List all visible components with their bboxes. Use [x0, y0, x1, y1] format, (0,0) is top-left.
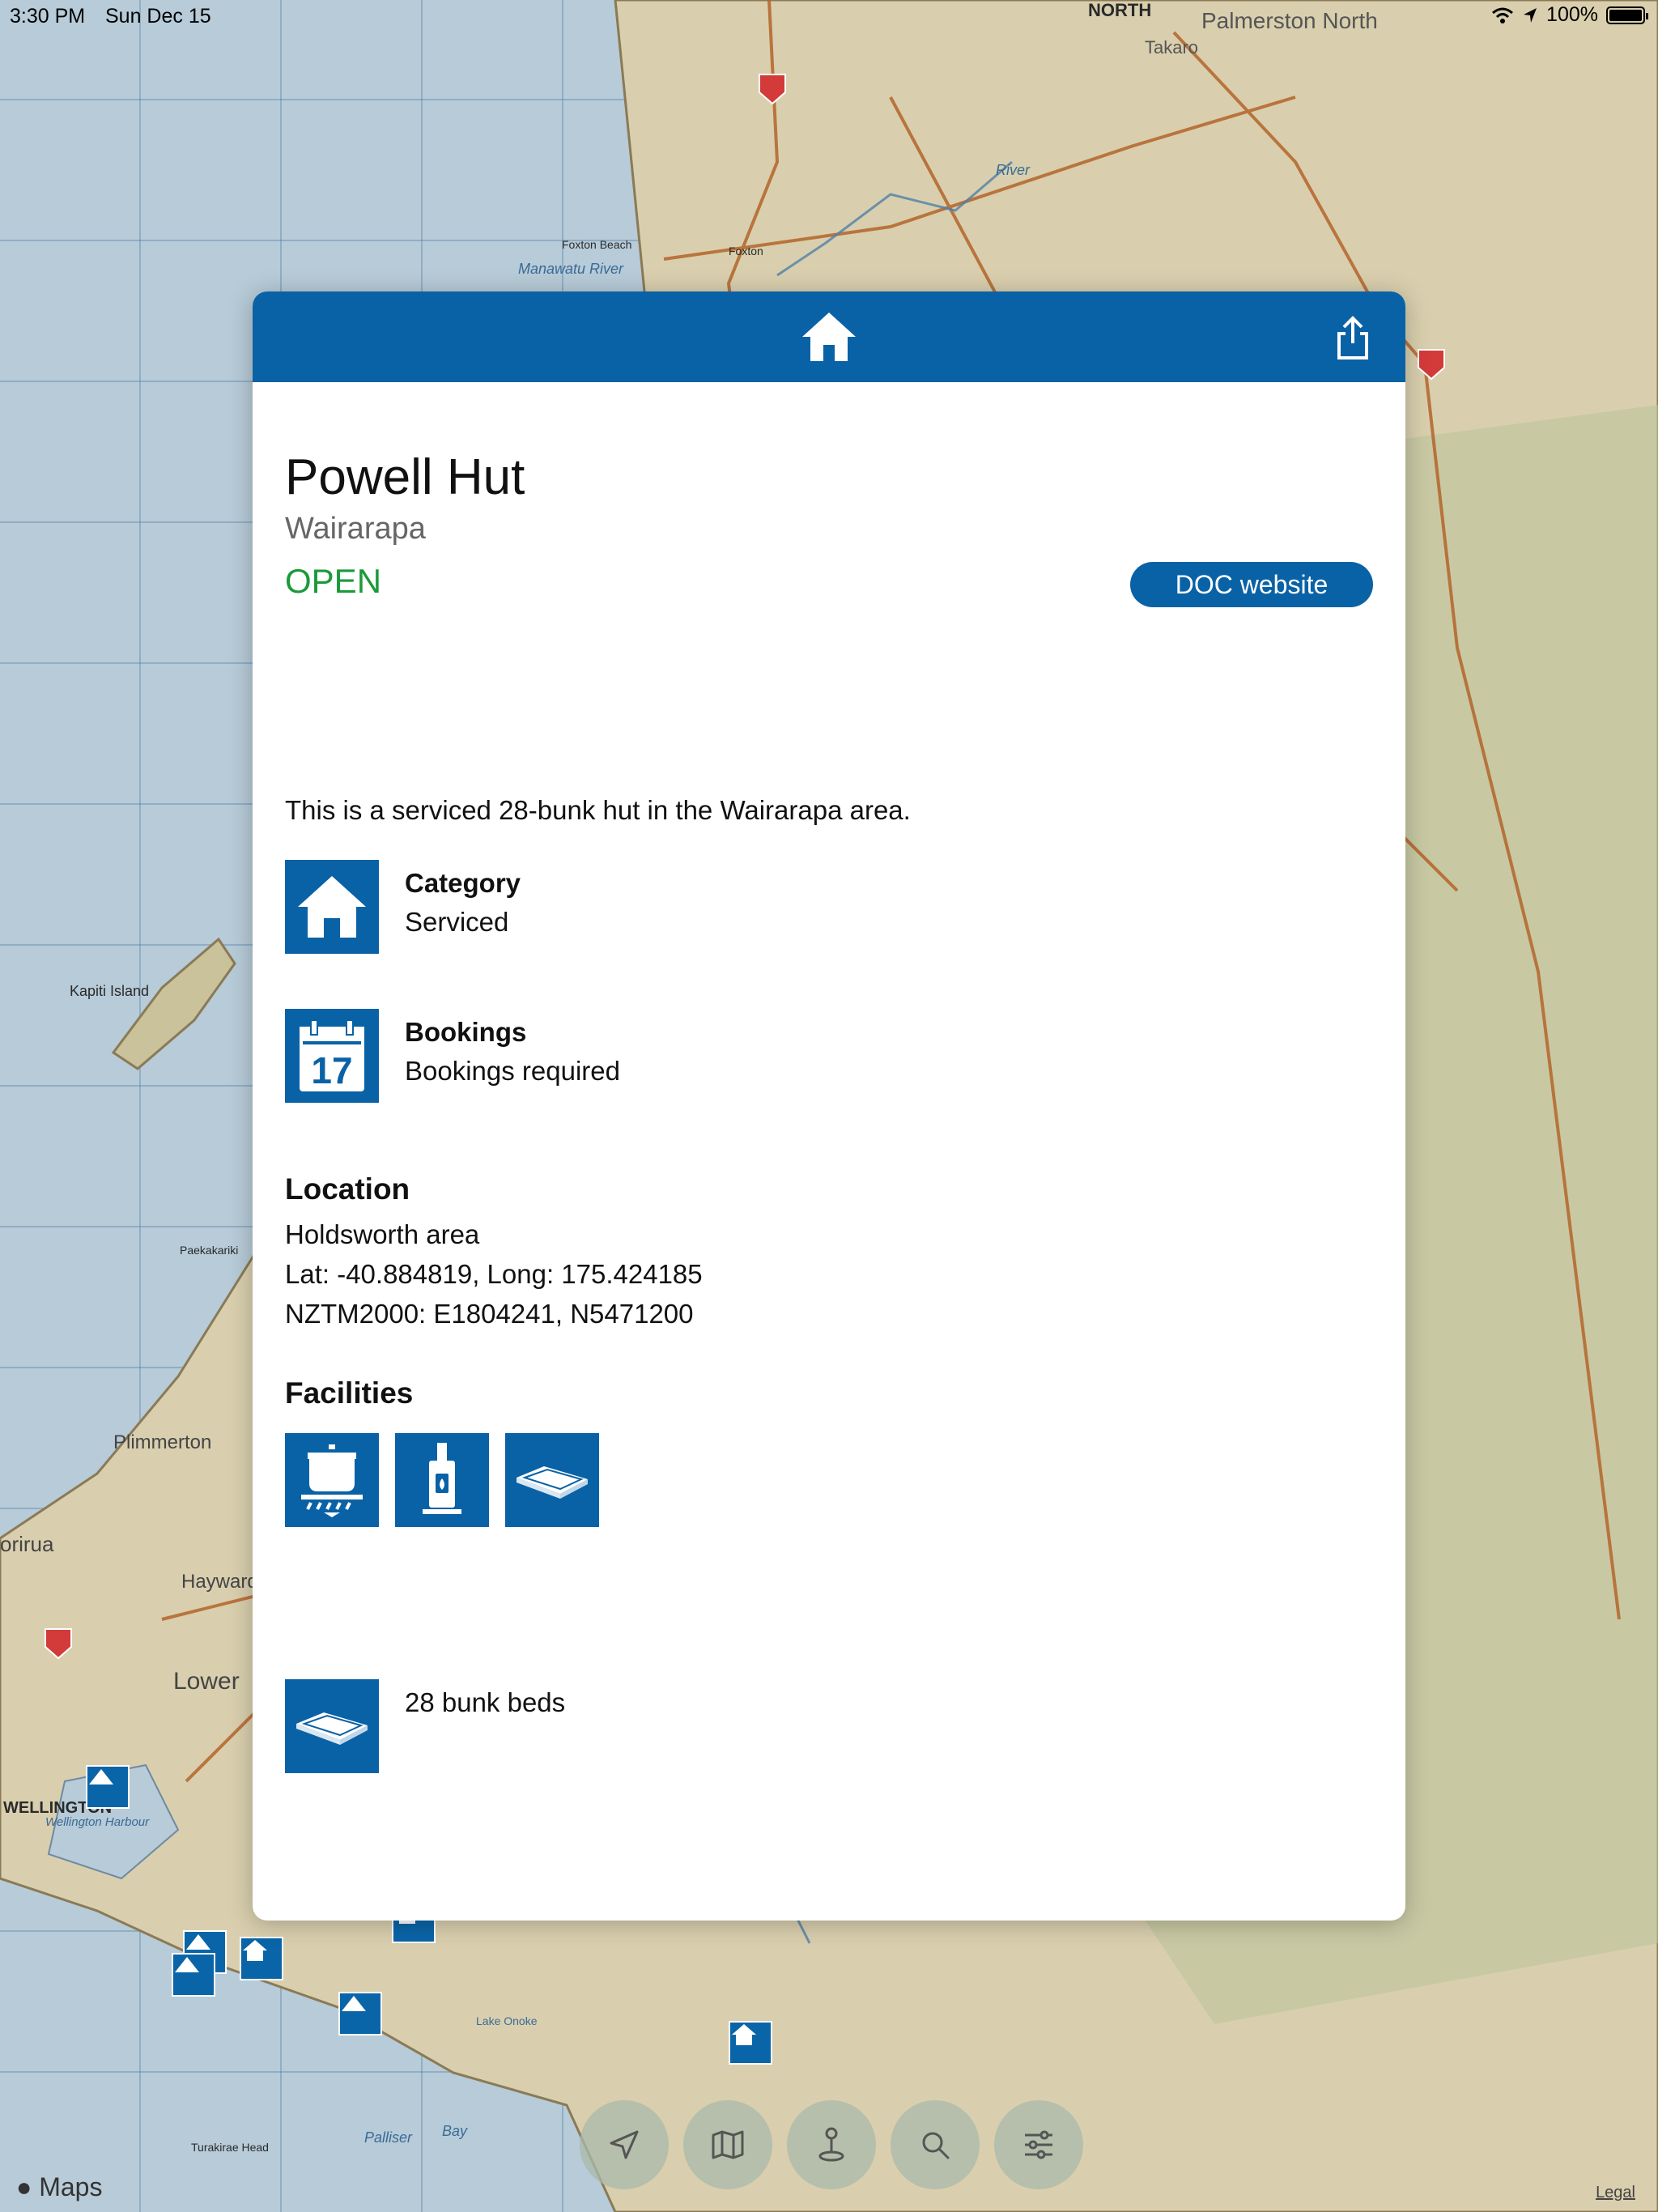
battery-icon — [1606, 6, 1648, 24]
map-label-palliser: Palliser — [364, 2129, 413, 2146]
search-icon — [922, 2132, 950, 2159]
facilities-list — [285, 1433, 599, 1527]
pin-button[interactable] — [787, 2100, 876, 2189]
bookings-row: 17 Bookings Bookings required — [285, 1009, 620, 1103]
map-marker-hut[interactable] — [729, 2021, 772, 2065]
location-services-icon — [1524, 7, 1537, 23]
home-icon — [732, 2024, 756, 2045]
category-value: Serviced — [405, 907, 509, 937]
legal-link[interactable]: Legal — [1596, 2184, 1635, 2202]
map-label-lake-onoke: Lake Onoke — [476, 2014, 538, 2027]
hut-title: Powell Hut — [285, 449, 525, 505]
hut-status: OPEN — [285, 562, 382, 600]
map-label-bay: Bay — [442, 2123, 468, 2139]
location-area: Holdsworth area — [285, 1219, 480, 1249]
map-marker-campsite[interactable] — [172, 1953, 215, 1997]
map-label-manawatu-river: Manawatu River — [518, 261, 624, 277]
wifi-icon — [1492, 7, 1514, 23]
map-label-hayward: Hayward — [181, 1571, 258, 1593]
pin-icon — [818, 2127, 844, 2162]
search-button[interactable] — [891, 2100, 980, 2189]
hut-region: Wairarapa — [285, 512, 426, 546]
doc-website-button[interactable]: DOC website — [1130, 562, 1373, 607]
map-marker-hut[interactable] — [240, 1937, 283, 1980]
tent-icon — [186, 1934, 210, 1950]
map-label-takaro: Takaro — [1145, 37, 1199, 57]
bunks-icon-box — [285, 1679, 379, 1773]
map-type-button[interactable] — [683, 2100, 772, 2189]
location-arrow-icon — [610, 2130, 639, 2159]
tent-icon — [175, 1957, 199, 1972]
category-icon-box — [285, 860, 379, 954]
mattress-icon — [517, 1466, 588, 1499]
category-row: Category Serviced — [285, 860, 521, 954]
map-marker-campsite[interactable] — [86, 1765, 130, 1809]
share-button[interactable] — [1333, 316, 1373, 361]
bunks-row: 28 bunk beds — [285, 1679, 565, 1773]
share-icon — [1337, 316, 1368, 359]
battery-percent: 100% — [1546, 3, 1598, 26]
mattress-icon — [296, 1712, 368, 1745]
status-time: 3:30 PM — [10, 5, 86, 28]
map-toolbar — [580, 2100, 1083, 2189]
status-bar: 3:30 PM Sun Dec 15 100% — [0, 0, 1658, 32]
home-icon — [802, 313, 856, 361]
card-header — [253, 291, 1405, 382]
location-nztm: NZTM2000: E1804241, N5471200 — [285, 1299, 694, 1329]
map-label-porirua: orirua — [0, 1532, 54, 1556]
category-label: Category — [405, 868, 521, 898]
bookings-label: Bookings — [405, 1017, 527, 1047]
map-label-turakirae-head: Turakirae Head — [191, 2141, 269, 2154]
bookings-icon-box: 17 — [285, 1009, 379, 1103]
map-label-foxton-beach: Foxton Beach — [562, 238, 632, 251]
maps-brand: Maps — [39, 2172, 103, 2201]
facility-mattress — [505, 1433, 599, 1527]
map-label-river: River — [996, 162, 1031, 178]
locate-me-button[interactable] — [580, 2100, 669, 2189]
cooking-icon — [301, 1444, 363, 1517]
hut-description: This is a serviced 28-bunk hut in the Wa… — [285, 795, 911, 825]
calendar-icon: 17 — [300, 1019, 364, 1091]
home-icon — [243, 1940, 267, 1961]
home-icon — [298, 876, 366, 938]
sliders-icon — [1025, 2130, 1052, 2159]
location-heading: Location — [285, 1172, 410, 1206]
facility-cooking — [285, 1433, 379, 1527]
hut-detail-card: Powell Hut Wairarapa OPEN DOC website Th… — [253, 291, 1405, 1921]
heater-icon — [423, 1443, 461, 1514]
filter-settings-button[interactable] — [994, 2100, 1083, 2189]
map-label-wellington-harbour: Wellington Harbour — [45, 1815, 150, 1829]
map-label-foxton: Foxton — [729, 245, 763, 257]
map-marker-campsite[interactable] — [338, 1992, 382, 2035]
facilities-heading: Facilities — [285, 1376, 414, 1410]
map-label-paekakariki: Paekakariki — [180, 1244, 239, 1257]
calendar-day: 17 — [311, 1049, 352, 1091]
facility-heater — [395, 1433, 489, 1527]
tent-icon — [342, 1996, 366, 2011]
status-date: Sun Dec 15 — [105, 5, 211, 28]
bookings-value: Bookings required — [405, 1056, 620, 1086]
map-label-lower-hutt: Lower — [173, 1668, 240, 1695]
location-latlong: Lat: -40.884819, Long: 175.424185 — [285, 1259, 703, 1289]
tent-icon — [89, 1769, 113, 1784]
map-label-kapiti-island: Kapiti Island — [70, 983, 150, 999]
status-indicators: 100% — [1491, 3, 1648, 27]
map-icon — [712, 2130, 744, 2159]
apple-logo-icon: ● — [16, 2172, 32, 2201]
bunks-count: 28 bunk beds — [405, 1687, 566, 1717]
map-label-plimmerton: Plimmerton — [113, 1431, 212, 1453]
maps-attribution: ● Maps — [16, 2172, 102, 2202]
